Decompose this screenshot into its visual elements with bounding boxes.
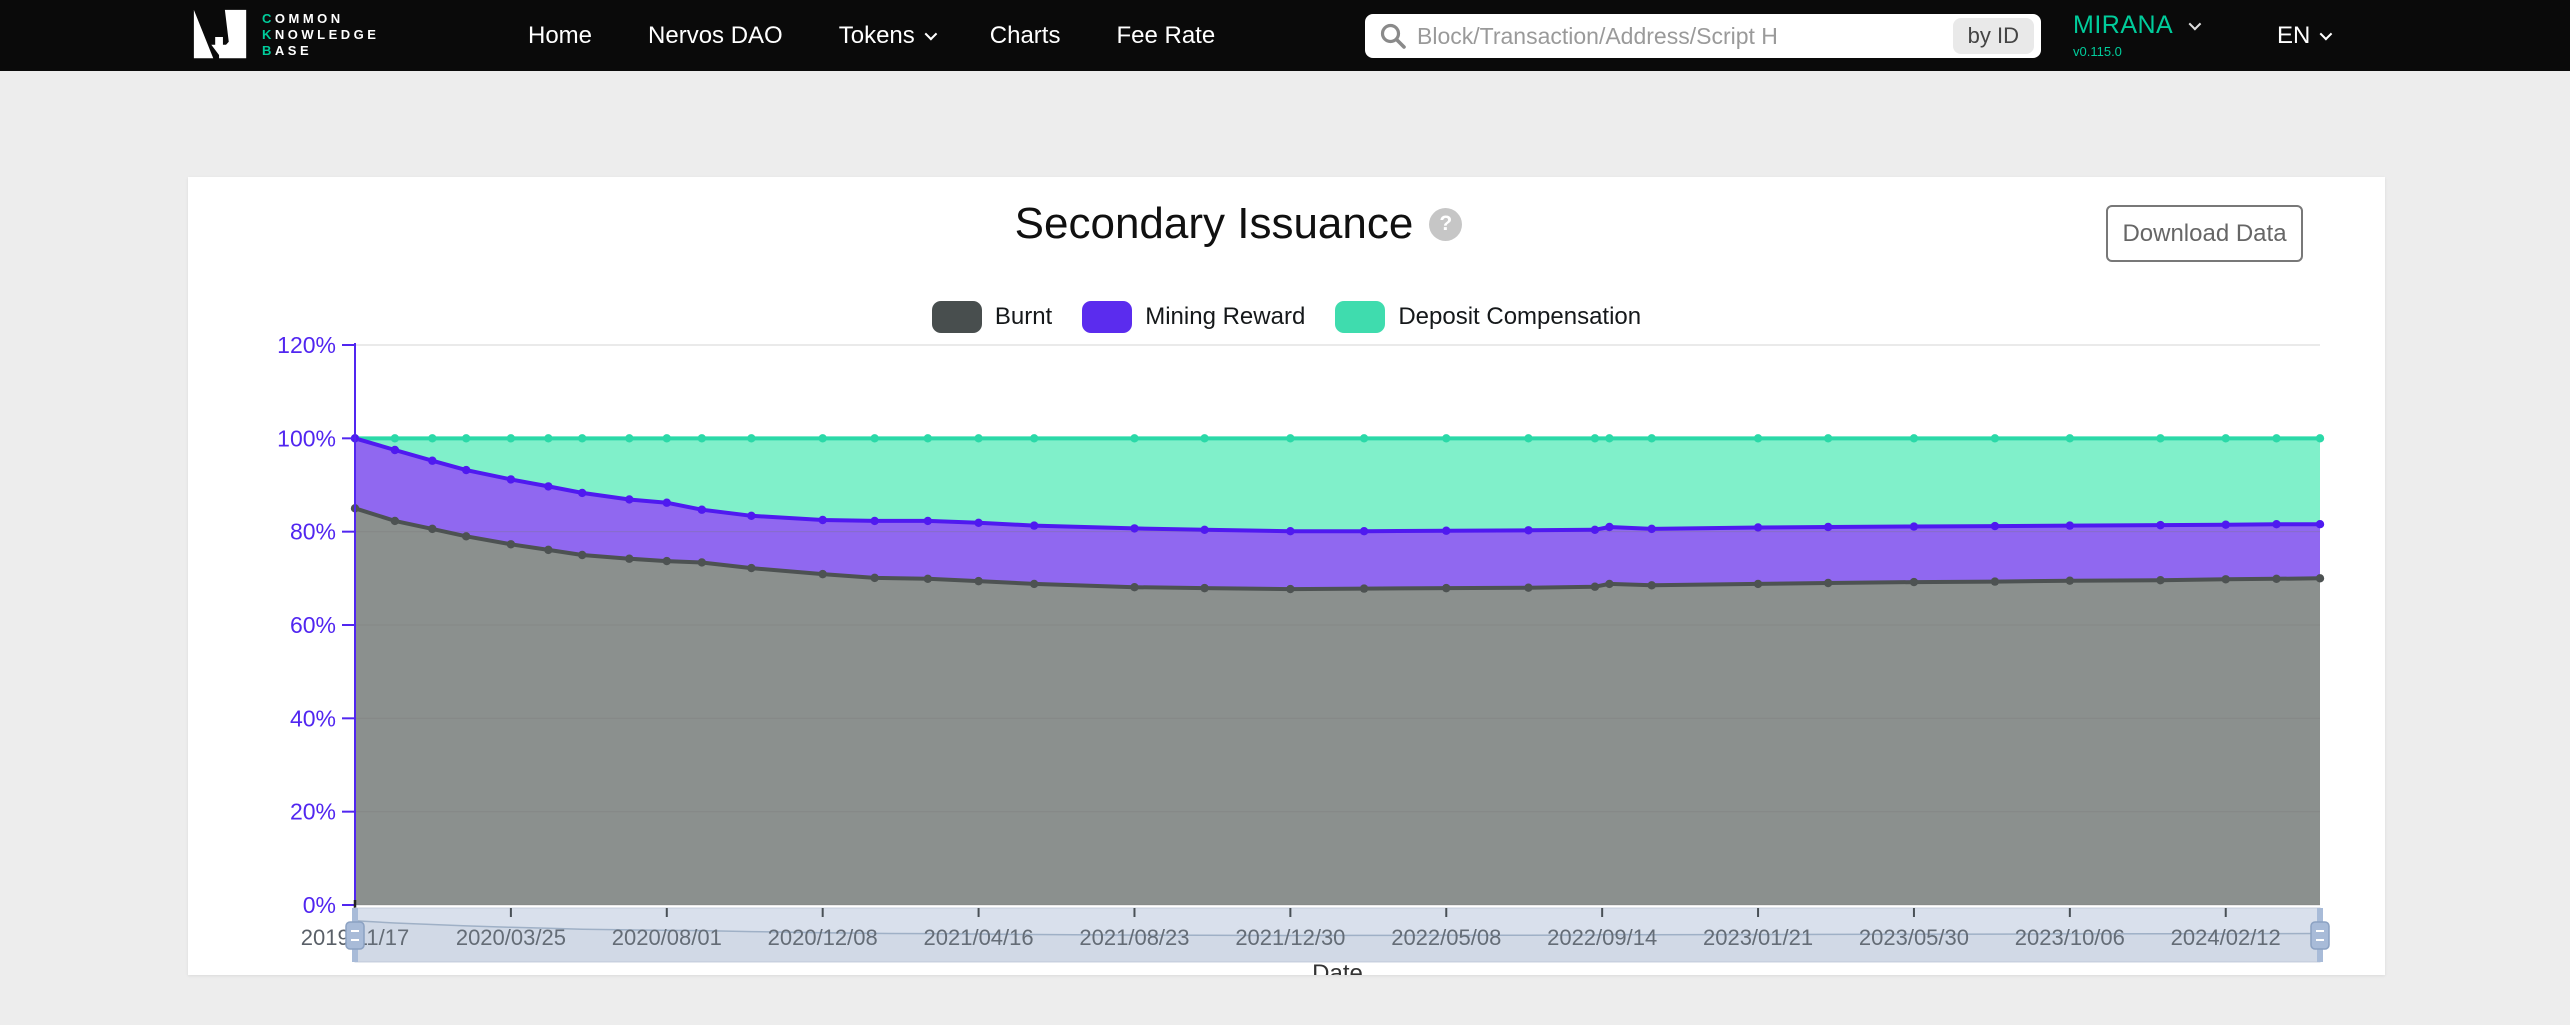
ckb-n-mark-icon (190, 9, 252, 61)
logo-line3-accent: B (262, 43, 275, 58)
legend-item-burnt[interactable]: Burnt (932, 301, 1052, 333)
legend-swatch-mining-reward (1082, 301, 1132, 333)
y-axis-label: 80% (290, 519, 336, 545)
logo-line2: NOWLEDGE (275, 27, 380, 42)
y-axis-label: 0% (303, 892, 336, 918)
chevron-down-icon (2320, 28, 2333, 41)
help-icon[interactable]: ? (1429, 208, 1462, 241)
stacked-area-chart: 0%20%40%60%80%100%120%2019/11/172020/03/… (188, 330, 2385, 975)
chart-title-row: Secondary Issuance ? (188, 199, 2337, 249)
chevron-down-icon (924, 28, 937, 41)
top-nav-bar: COMMON KNOWLEDGE BASE Home Nervos DAO To… (0, 0, 2570, 71)
logo-line1-accent: C (262, 11, 275, 26)
legend-label: Mining Reward (1145, 303, 1305, 331)
download-data-button[interactable]: Download Data (2106, 205, 2303, 262)
chevron-down-icon (2189, 18, 2202, 31)
page: { "colors": { "brand_teal": "#00cc9b", "… (0, 0, 2570, 1025)
logo-wordmark: COMMON KNOWLEDGE BASE (262, 11, 379, 59)
network-name: MIRANA (2073, 11, 2173, 40)
search-icon (1379, 22, 1407, 50)
logo-line2-accent: K (262, 27, 275, 42)
x-axis-title: Date (1312, 960, 1363, 975)
nav-item-fee-rate[interactable]: Fee Rate (1116, 22, 1215, 50)
logo-line3: ASE (275, 43, 312, 58)
y-axis-label: 120% (277, 332, 336, 358)
nav-item-home[interactable]: Home (528, 22, 592, 50)
chart-legend: Burnt Mining Reward Deposit Compensation (188, 301, 2385, 333)
legend-label: Deposit Compensation (1398, 303, 1641, 331)
y-axis-label: 40% (290, 705, 336, 731)
y-axis-label: 20% (290, 799, 336, 825)
search-by-id-button[interactable]: by ID (1953, 18, 2034, 54)
logo-line1: OMMON (275, 11, 344, 26)
main-navigation: Home Nervos DAO Tokens Charts Fee Rate (528, 0, 1215, 71)
network-selector[interactable]: MIRANA v0.115.0 (2073, 11, 2198, 59)
y-axis-label: 100% (277, 425, 336, 451)
language-label: EN (2277, 22, 2310, 50)
search-bar: by ID (1365, 14, 2041, 58)
legend-swatch-burnt (932, 301, 982, 333)
y-axis-label: 60% (290, 612, 336, 638)
nav-item-tokens[interactable]: Tokens (839, 22, 934, 50)
legend-label: Burnt (995, 303, 1052, 331)
nav-item-nervos-dao[interactable]: Nervos DAO (648, 22, 783, 50)
page-title: Secondary Issuance (1015, 199, 1414, 249)
search-input[interactable] (1417, 23, 1953, 50)
network-version: v0.115.0 (2073, 44, 2198, 59)
legend-swatch-deposit-compensation (1335, 301, 1385, 333)
ckb-logo[interactable]: COMMON KNOWLEDGE BASE (190, 9, 379, 61)
language-selector[interactable]: EN (2277, 0, 2329, 71)
legend-item-mining-reward[interactable]: Mining Reward (1082, 301, 1305, 333)
nav-item-charts[interactable]: Charts (990, 22, 1061, 50)
legend-item-deposit-compensation[interactable]: Deposit Compensation (1335, 301, 1641, 333)
chart-card: Secondary Issuance ? Download Data Burnt… (188, 177, 2385, 975)
